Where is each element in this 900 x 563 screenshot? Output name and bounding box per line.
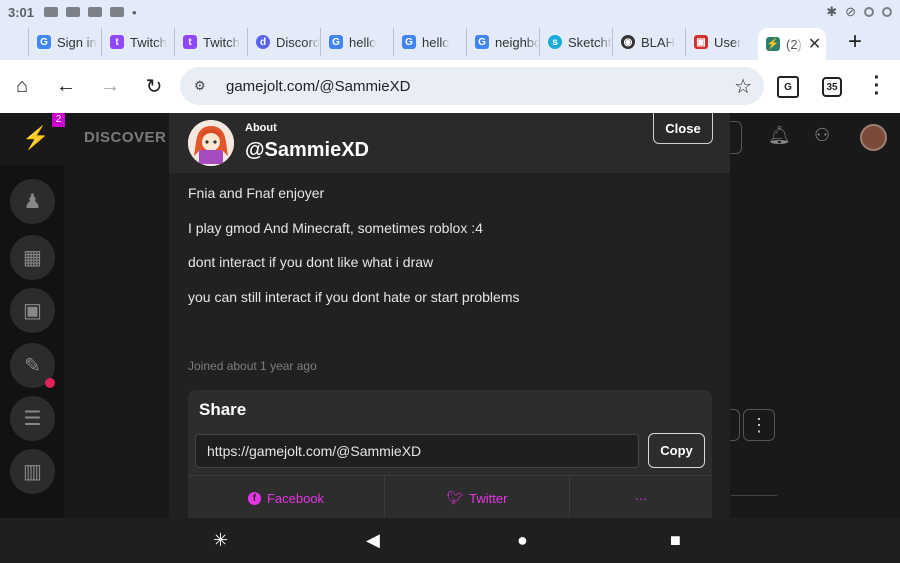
more-icon: ··· [634,490,648,506]
browser-tab[interactable]: ◉ BLAH [612,28,685,56]
left-sidebar: ♟ ▦ ▣ ✎ ☰ ▥ [0,165,64,518]
bag-icon[interactable]: ▣ [10,288,55,333]
copy-button[interactable]: Copy [648,433,705,468]
more-options-icon[interactable]: ⋮ [743,409,775,441]
browser-tab[interactable]: G hello [393,28,466,56]
battery-icon [882,7,892,17]
address-bar[interactable]: ⚙ gamejolt.com/@SammieXD ☆ [180,67,764,105]
facebook-label: Facebook [266,490,325,506]
divider [731,495,777,496]
browser-tab[interactable]: G Sign in [28,28,101,56]
twitch-icon: t [183,35,197,49]
google-icon: G [329,35,343,49]
notification-count-badge: 2 [52,113,65,127]
translate-icon[interactable]: G [777,76,799,98]
reload-icon[interactable]: ↻ [132,74,176,99]
joined-date: Joined about 1 year ago [188,359,317,373]
status-time: 3:01 [8,4,35,20]
gamejolt-icon: ⚡ [766,37,780,51]
close-tab-icon[interactable]: ✕ [808,34,821,54]
store-icon[interactable]: ▦ [10,235,55,280]
share-more-button[interactable]: ··· [570,476,712,518]
share-facebook-button[interactable]: f Facebook [188,476,385,518]
scratch-icon: ▣ [694,35,708,49]
profile-action-button[interactable] [730,409,740,441]
home-nav-icon[interactable]: ● [517,530,528,551]
globe-icon: ◉ [621,35,635,49]
google-icon: G [402,35,416,49]
share-link-field[interactable]: https://gamejolt.com/@SammieXD [195,434,639,468]
twitter-icon: 🐦︎ [446,490,464,505]
discord-icon: d [256,35,270,49]
wifi-icon [864,7,874,17]
notification-icon [44,7,59,17]
twitter-label: Twitter [469,490,508,506]
about-modal: About @SammieXD Close Fnia and Fnaf enjo… [169,113,730,518]
bio-line: you can still interact if you dont hate … [188,288,520,305]
assistant-icon[interactable]: ✳ [213,530,228,551]
bio-line: dont interact if you dont like what i dr… [188,254,434,270]
browser-tab[interactable]: s Sketchfab [539,28,612,56]
profile-username: @SammieXD [245,139,369,161]
bio-line: I play gmod And Minecraft, sometimes rob… [188,219,483,236]
gamejolt-logo-icon[interactable]: ⚡ [22,125,49,151]
url-text[interactable]: gamejolt.com/@SammieXD [226,78,734,95]
tab-count-button[interactable]: 35 [822,77,842,97]
library-icon[interactable]: ▥ [10,449,55,494]
back-nav-icon[interactable]: ◀ [366,530,380,551]
system-nav-bar: ✳ ◀ ● ■ [0,518,900,563]
menu-dots-icon[interactable]: · · · [870,68,884,104]
about-label: About [245,122,277,134]
bookmark-star-icon[interactable]: ☆ [734,74,752,99]
notification-icon [66,7,81,17]
chat-icon[interactable]: ☰ [10,396,55,441]
site-settings-icon[interactable]: ⚙ [194,78,212,94]
browser-tab[interactable]: G hello [320,28,393,56]
recents-nav-icon[interactable]: ■ [670,530,681,551]
browser-tab[interactable]: d Discord [247,28,320,56]
dot-icon: • [132,4,137,20]
browser-toolbar: ⌂ ← → ↻ ⚙ gamejolt.com/@SammieXD ☆ [0,60,900,113]
joystick-icon[interactable]: ♟ [10,179,55,224]
tab-strip: G Sign in t Twitch t Twitch d Discord G … [0,24,900,60]
mail-icon [110,7,125,17]
browser-tab[interactable]: t Twitch [174,28,247,56]
home-icon[interactable]: ⌂ [0,75,44,98]
back-icon[interactable]: ← [44,75,88,98]
bio-line: Fnia and Fnaf enjoyer [188,185,325,201]
forward-icon[interactable]: → [88,75,132,98]
bluetooth-icon: ✱ [826,4,838,19]
notification-dot [45,378,55,388]
friends-icon[interactable]: ⚇ [814,125,830,146]
status-bar: 3:01 • ✱ ⊘ [0,0,900,24]
share-twitter-button[interactable]: 🐦︎ Twitter [385,476,570,518]
facebook-icon: f [247,491,261,505]
share-panel: Share https://gamejolt.com/@SammieXD Cop… [188,390,712,518]
browser-tab[interactable]: ▣ User [685,28,758,56]
modal-header: About @SammieXD Close [169,113,730,173]
twitch-icon: t [110,35,124,49]
sketchfab-icon: s [548,35,562,49]
share-title: Share [199,400,247,419]
active-browser-tab[interactable]: ⚡ (2) ✕ [758,28,826,60]
bell-icon[interactable]: 🔔︎ [768,125,791,146]
youtube-icon [88,7,103,17]
browser-tab[interactable]: G neighbor [466,28,539,56]
profile-avatar [188,120,234,166]
profile-bio: Fnia and Fnaf enjoyer I play gmod And Mi… [188,185,520,323]
new-tab-button[interactable]: + [848,28,862,56]
user-avatar[interactable] [860,124,887,151]
share-options: f Facebook 🐦︎ Twitter ··· [188,475,712,518]
google-icon: G [37,35,51,49]
close-button[interactable]: Close [653,113,713,144]
mute-icon: ⊘ [845,4,856,19]
google-icon: G [475,35,489,49]
discover-link[interactable]: DISCOVER [84,129,166,146]
browser-tab[interactable]: t Twitch [101,28,174,56]
